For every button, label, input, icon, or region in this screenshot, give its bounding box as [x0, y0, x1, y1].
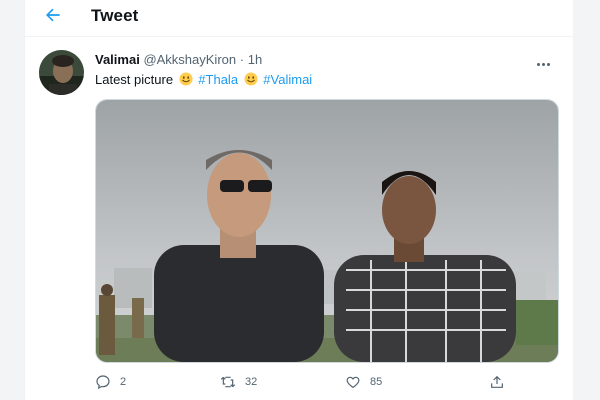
heart-icon	[346, 376, 360, 389]
tweet-actions: 2 32 85	[95, 372, 557, 392]
tweet-detail-panel: Tweet Valimai @AkkshayKiron · 1h Latest …	[24, 0, 574, 400]
reply-icon	[96, 375, 110, 390]
hashtag-thala[interactable]: #Thala	[198, 72, 238, 87]
photo-image	[96, 100, 558, 362]
author-name[interactable]: Valimai	[95, 52, 140, 67]
page-title: Tweet	[91, 6, 139, 25]
separator-dot: ·	[239, 52, 245, 67]
hashtag-valimai[interactable]: #Valimai	[263, 72, 312, 87]
tweet-author-line: Valimai @AkkshayKiron · 1h	[95, 52, 262, 67]
like-button[interactable]: 85	[345, 372, 382, 392]
tweet-text-prefix: Latest picture	[95, 72, 174, 87]
tweet-time[interactable]: 1h	[248, 52, 262, 67]
retweet-button[interactable]: 32	[220, 372, 257, 392]
smiling-face-icon	[179, 72, 193, 86]
reply-count: 2	[120, 376, 127, 388]
tweet-text: Latest picture #Thala #Valimai	[95, 72, 312, 87]
top-bar: Tweet	[25, 0, 573, 37]
share-icon	[491, 375, 503, 388]
like-count: 85	[370, 376, 383, 388]
smiling-face-icon	[244, 72, 258, 86]
arrow-left-icon	[46, 8, 60, 22]
author-handle[interactable]: @AkkshayKiron	[143, 52, 236, 67]
share-button[interactable]	[489, 372, 505, 392]
tweet-photo[interactable]	[95, 99, 559, 363]
back-button[interactable]	[43, 5, 67, 27]
retweet-icon	[220, 376, 236, 388]
reply-button[interactable]: 2	[95, 372, 126, 392]
more-dots-icon	[537, 63, 540, 66]
avatar[interactable]	[39, 50, 84, 95]
avatar-image	[39, 50, 84, 95]
retweet-count: 32	[245, 376, 258, 388]
more-options-button[interactable]	[537, 53, 557, 67]
